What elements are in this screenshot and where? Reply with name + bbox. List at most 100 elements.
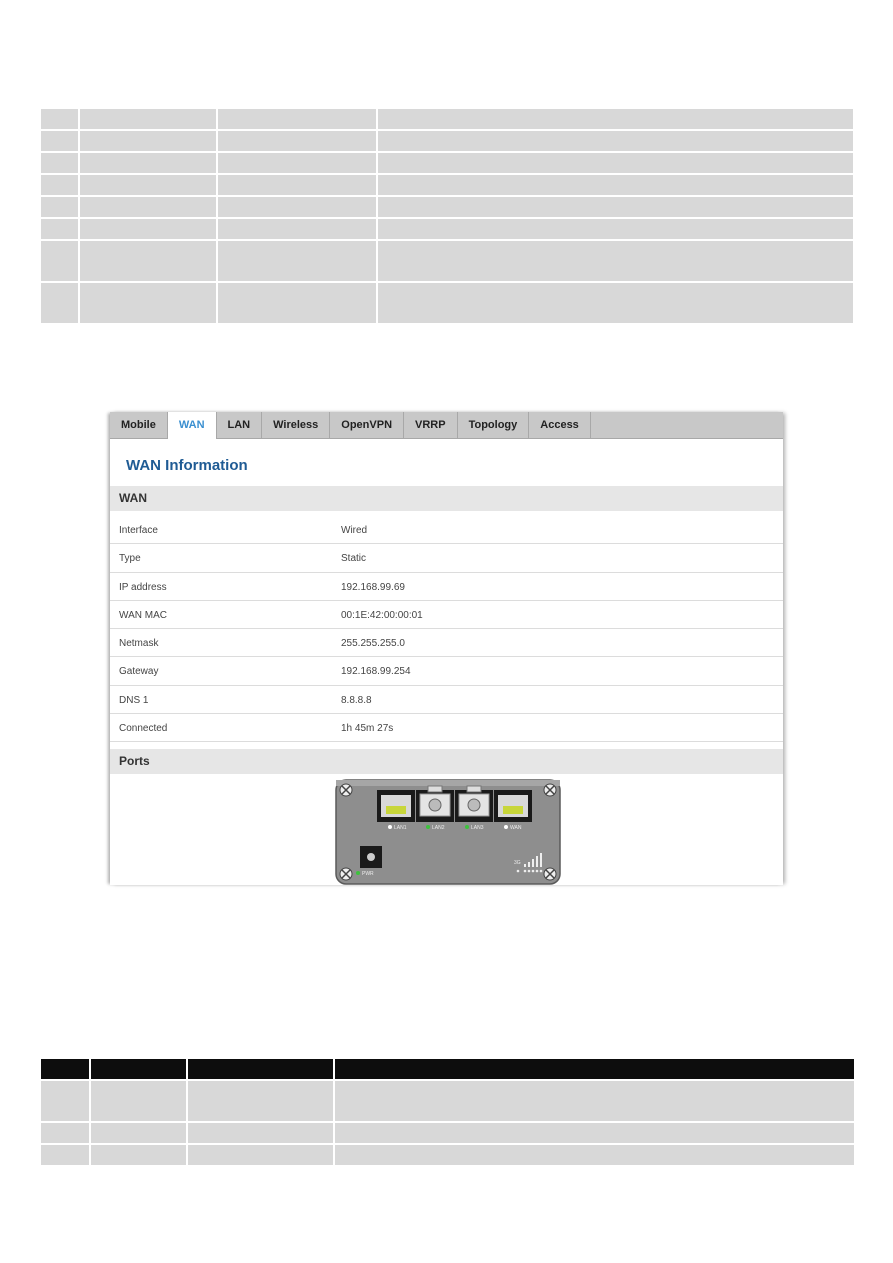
info-label: Type [119,553,141,565]
top-spec-table [39,107,855,325]
power-jack [360,846,382,868]
tab-wan[interactable]: WAN [167,412,217,439]
router-front-panel: LAN1 LAN2 LAN3 WAN PWR 3G [335,779,561,885]
cell [41,1145,89,1165]
cell [218,153,376,173]
power-label: PWR [362,871,374,877]
info-label: IP address [119,581,167,593]
cell [218,283,376,323]
cell [41,153,78,173]
info-row: Type Static [110,544,783,573]
tab-access[interactable]: Access [529,412,591,438]
led-lan2 [426,825,430,829]
tab-wireless[interactable]: Wireless [262,412,331,438]
cell [378,109,853,129]
led-lan3 [465,825,469,829]
info-value: Wired [341,525,368,536]
info-value: 8.8.8.8 [341,694,372,706]
tab-mobile[interactable]: Mobile [110,412,168,438]
tab-openvpn[interactable]: OpenVPN [330,412,405,438]
router-top-edge [336,780,560,786]
port-label: LAN1 [394,825,407,831]
port-label: LAN3 [471,825,484,831]
ports-section-header: Ports [110,749,783,774]
port-label: WAN [510,825,522,831]
tab-topology[interactable]: Topology [458,412,530,438]
cell [41,131,78,151]
cell [41,175,78,195]
info-label: Netmask [119,638,159,650]
cell [218,175,376,195]
port-lan1[interactable] [377,790,415,822]
info-value: 00:1E:42:00:00:01 [341,609,423,621]
cell [188,1145,333,1165]
cell [41,1123,89,1143]
cell [335,1081,854,1121]
port-lan2[interactable] [416,785,454,822]
info-row: WAN MAC 00:1E:42:00:00:01 [110,601,783,630]
cell [80,219,216,239]
port-lan3[interactable] [455,785,493,822]
info-value: 255.255.255.0 [341,638,405,650]
info-row: IP address 192.168.99.69 [110,573,783,601]
port-wan[interactable] [494,790,532,822]
screw-icon [339,783,353,797]
info-label: Gateway [119,666,159,678]
info-label: DNS 1 [119,694,149,706]
led-lan1 [388,825,392,829]
cell [91,1123,186,1143]
info-value: 1h 45m 27s [341,723,394,735]
led-power [356,871,360,875]
cell [335,1145,854,1165]
tab-vrrp[interactable]: VRRP [404,412,458,438]
info-row: Netmask 255.255.255.0 [110,629,783,658]
cell [41,241,78,281]
cell [80,283,216,323]
cell [378,131,853,151]
svg-text:3G: 3G [514,860,521,866]
cell [41,1081,89,1121]
cell [378,241,853,281]
tab-lan[interactable]: LAN [217,412,263,438]
cell [378,175,853,195]
screw-icon [339,867,353,881]
cell [378,197,853,217]
cell [188,1123,333,1143]
info-value: 192.168.99.254 [341,666,411,678]
cell [80,175,216,195]
wan-status-screenshot: Mobile WAN LAN Wireless OpenVPN VRRP Top… [110,412,783,885]
cell [80,241,216,281]
info-row: Gateway 192.168.99.254 [110,657,783,686]
cell [218,131,376,151]
cell [188,1081,333,1121]
port-label: LAN2 [432,825,445,831]
info-value: Static [341,553,367,565]
header-cell [91,1059,186,1079]
header-cell [188,1059,333,1079]
screw-icon [543,867,557,881]
cell [218,109,376,129]
cell [80,131,216,151]
cell [218,219,376,239]
screw-icon [543,783,557,797]
header-cell [41,1059,89,1079]
wan-info-list: Interface Wired Type Static IP address 192.… [110,516,783,743]
cell [218,241,376,281]
bottom-spec-table [39,1057,856,1167]
page-title: WAN Information [126,457,248,474]
info-label: WAN MAC [119,609,167,621]
cell [378,153,853,173]
info-value: 192.168.99.69 [341,581,405,593]
info-label: Interface [119,525,158,536]
cell [91,1081,186,1121]
info-row: DNS 1 8.8.8.8 [110,686,783,715]
led-wan [504,825,508,829]
cell [80,109,216,129]
cell [41,197,78,217]
info-label: Connected [119,723,168,735]
cell [80,197,216,217]
info-row: Interface Wired [110,516,783,545]
cell [378,219,853,239]
cell [41,283,78,323]
cell [218,197,376,217]
